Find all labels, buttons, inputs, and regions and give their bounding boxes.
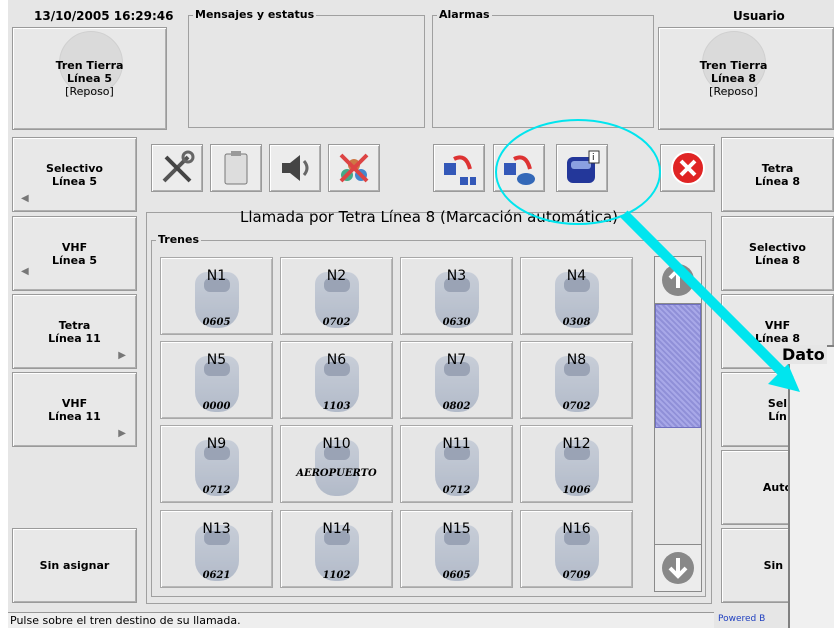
annotation-overlay: [495, 119, 800, 392]
highlight-arrow: [620, 210, 794, 384]
powered-by-link[interactable]: Powered B: [718, 612, 788, 628]
highlight-ellipse: [495, 119, 661, 225]
status-bar: Pulse sobre el tren destino de su llamad…: [8, 612, 714, 628]
